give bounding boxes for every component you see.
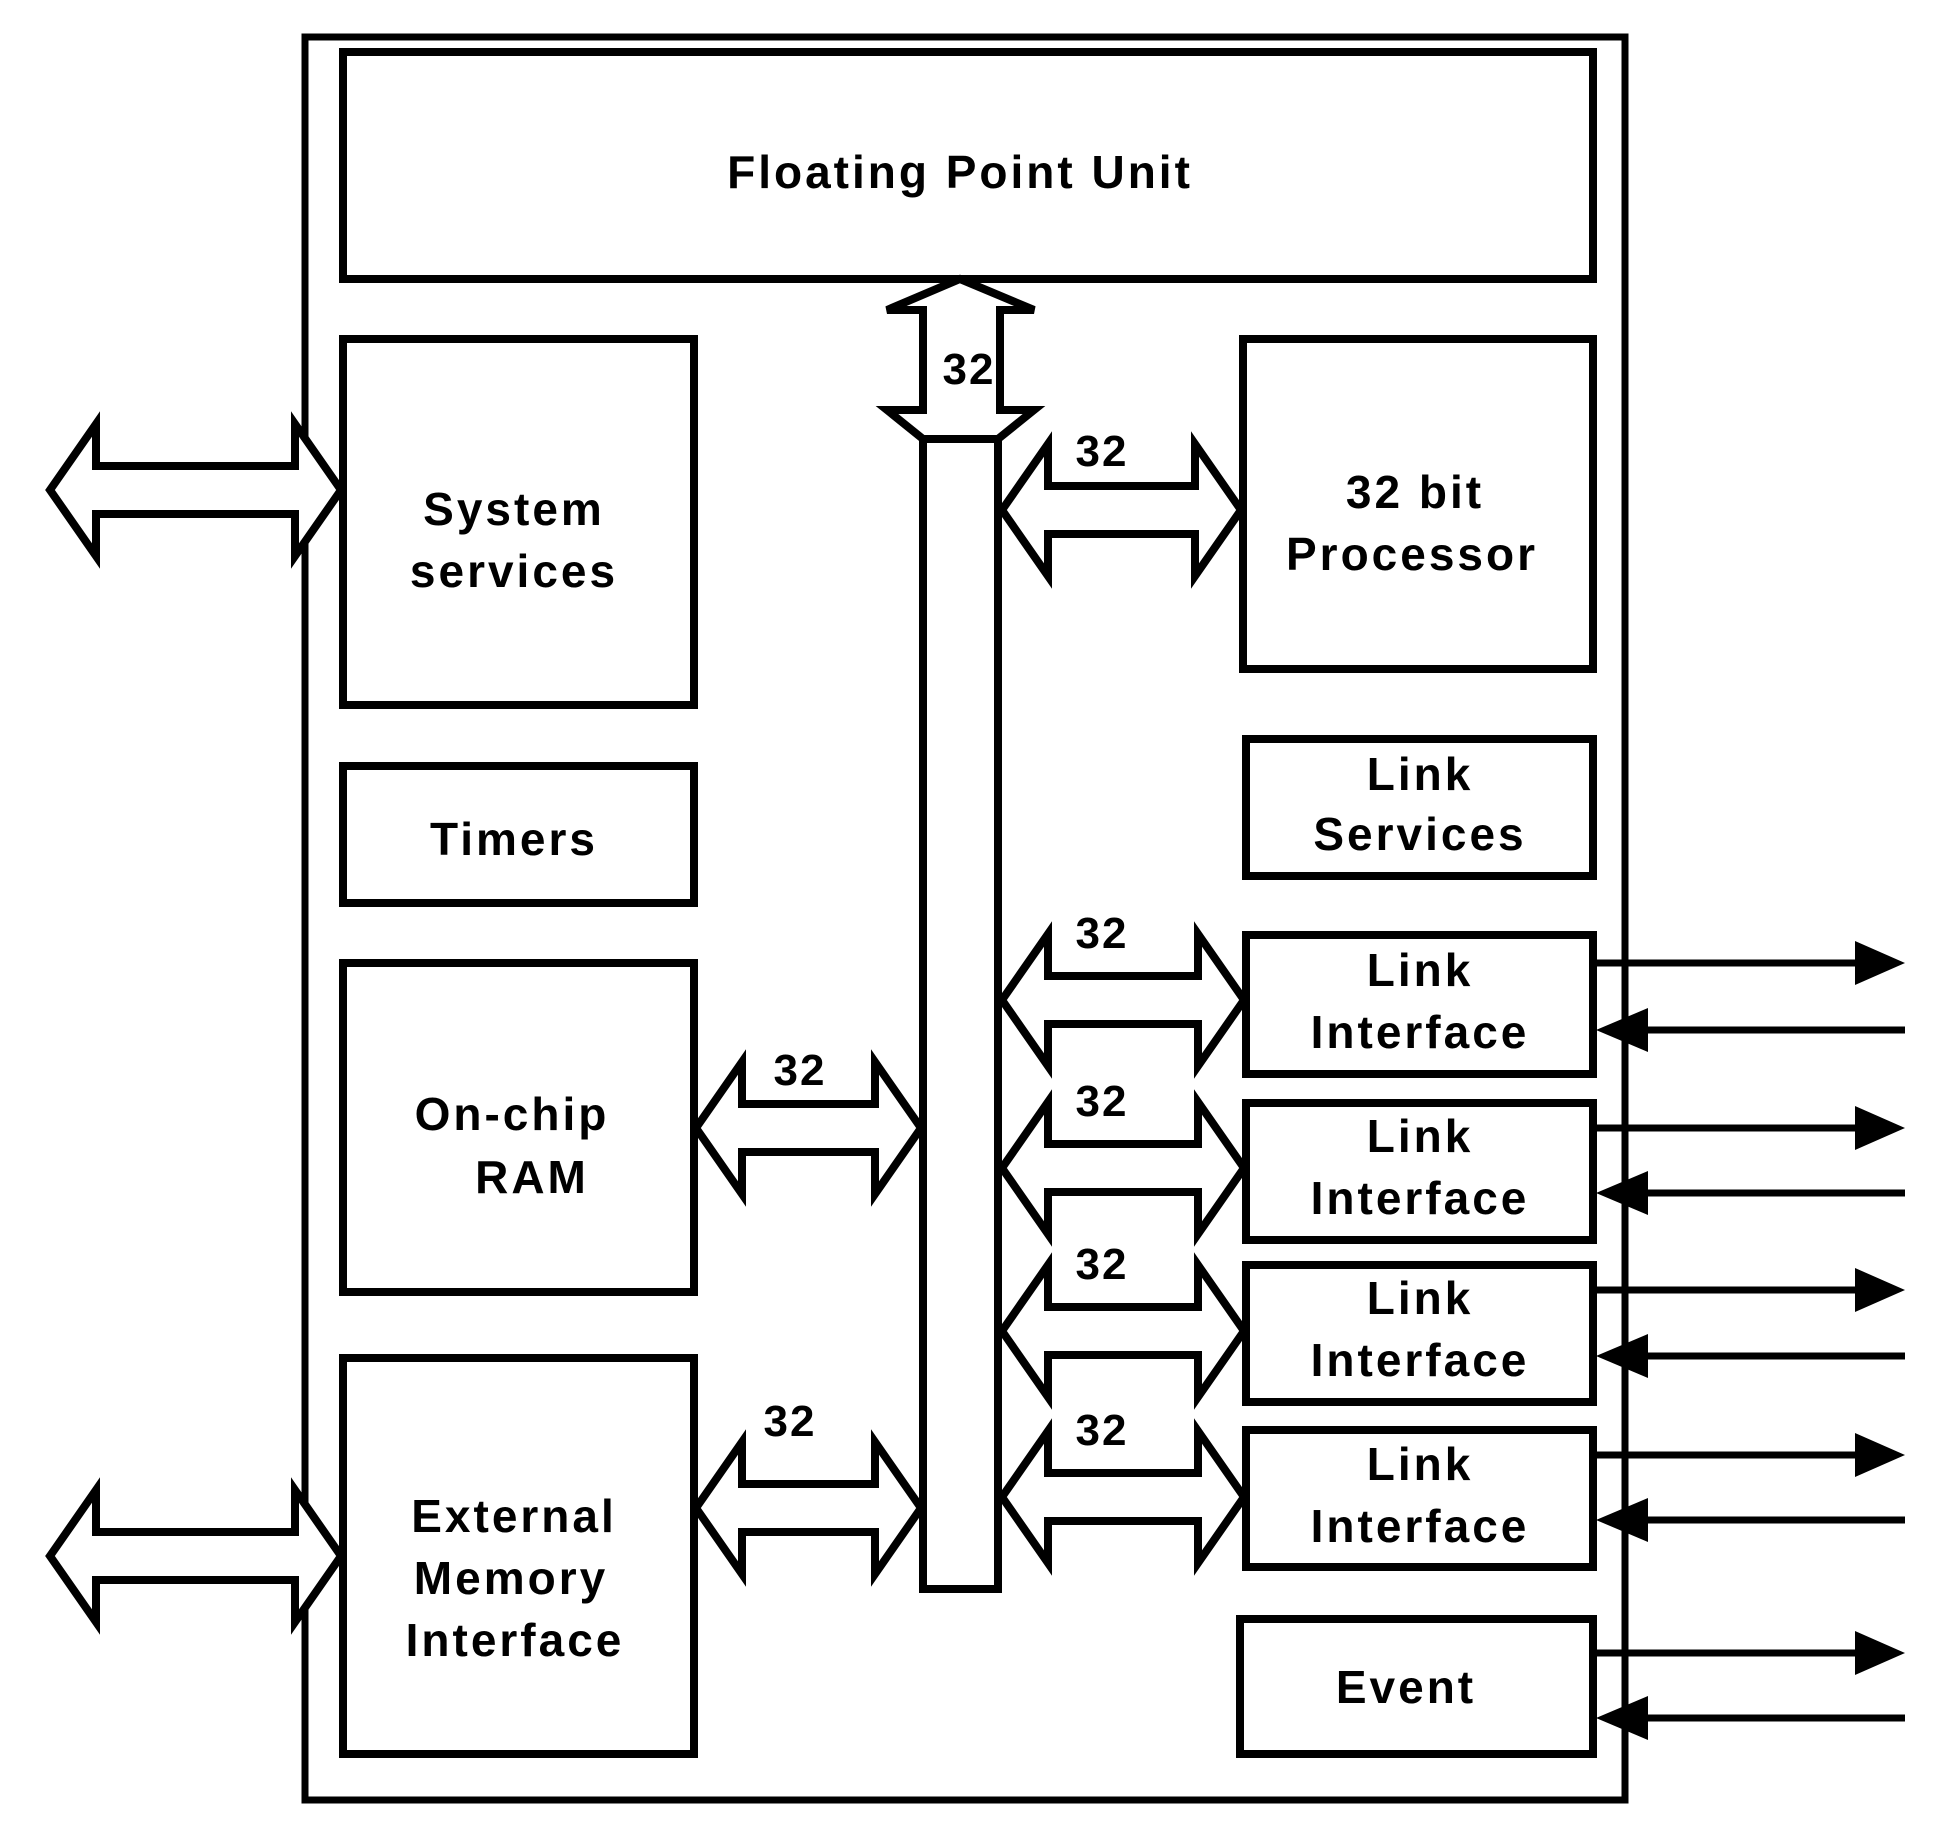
timers-block: Timers (339, 762, 698, 907)
link-bus-width-label: 32 (1076, 1240, 1129, 1289)
link-interface-label-2: Interface (1311, 1500, 1530, 1552)
system-services-label-1: System (423, 483, 605, 535)
link-output-arrowhead-icon (1855, 1433, 1905, 1477)
emi-external-arrow (45, 1477, 346, 1635)
processor-block: 32 bit Processor (1239, 335, 1597, 673)
emi-label-3: Interface (406, 1614, 625, 1666)
transputer-block-diagram: Floating Point Unit System services Time… (45, 33, 1905, 1804)
link-interface-block: Link Interface (1242, 1261, 1597, 1406)
link-interface-label-1: Link (1367, 1272, 1474, 1324)
fpu-block: Floating Point Unit (339, 48, 1597, 283)
processor-bus-width-label: 32 (1076, 427, 1129, 476)
ram-label-2: RAM (475, 1151, 589, 1203)
link-interface-label-2: Interface (1311, 1172, 1530, 1224)
link-interface-label-2: Interface (1311, 1006, 1530, 1058)
link-interface-block: Link Interface (1242, 931, 1597, 1078)
event-output-arrowhead-icon (1855, 1631, 1905, 1675)
system-services-external-arrow (45, 411, 346, 569)
link-bus-width-label: 32 (1076, 1077, 1129, 1126)
fpu-bus-width-label: 32 (943, 345, 996, 394)
link-services-label-1: Link (1367, 748, 1474, 800)
ram-bus-width-label: 32 (774, 1046, 827, 1095)
processor-label-2: Processor (1286, 528, 1538, 580)
link-output-arrowhead-icon (1855, 1268, 1905, 1312)
internal-bus: 32 (875, 274, 1046, 1593)
event-block: Event (1236, 1615, 1597, 1758)
processor-label-1: 32 bit (1346, 466, 1484, 518)
link-output-arrowhead-icon (1855, 941, 1905, 985)
timers-label: Timers (430, 813, 598, 865)
bus-bar (919, 435, 1002, 1593)
link-interface-block: Link Interface (1242, 1426, 1597, 1571)
event-label: Event (1336, 1661, 1476, 1713)
link-output-arrowhead-icon (1855, 1106, 1905, 1150)
system-services-block: System services (339, 335, 698, 709)
emi-label-1: External (411, 1490, 617, 1542)
external-memory-interface-block: External Memory Interface (339, 1354, 698, 1758)
external-connections (45, 411, 346, 1635)
emi-bus-width-label: 32 (764, 1397, 817, 1446)
system-services-label-2: services (410, 545, 618, 597)
link-interface-label-1: Link (1367, 944, 1474, 996)
link-signals (1593, 941, 1905, 1740)
link-interface-label-1: Link (1367, 1110, 1474, 1162)
link-bus-width-label: 32 (1076, 1406, 1129, 1455)
fpu-label: Floating Point Unit (727, 146, 1193, 198)
ram-label-1: On-chip (415, 1088, 610, 1140)
emi-label-2: Memory (414, 1552, 608, 1604)
link-services-label-2: Services (1313, 808, 1526, 860)
link-interface-label-2: Interface (1311, 1334, 1530, 1386)
link-interface-block: Link Interface (1242, 1099, 1597, 1244)
emi-bus-arrow (691, 1429, 926, 1587)
link-interface-label-1: Link (1367, 1438, 1474, 1490)
link-services-block: Link Services (1242, 735, 1597, 880)
link-bus-width-label: 32 (1076, 909, 1129, 958)
on-chip-ram-block: On-chip RAM (339, 959, 698, 1296)
